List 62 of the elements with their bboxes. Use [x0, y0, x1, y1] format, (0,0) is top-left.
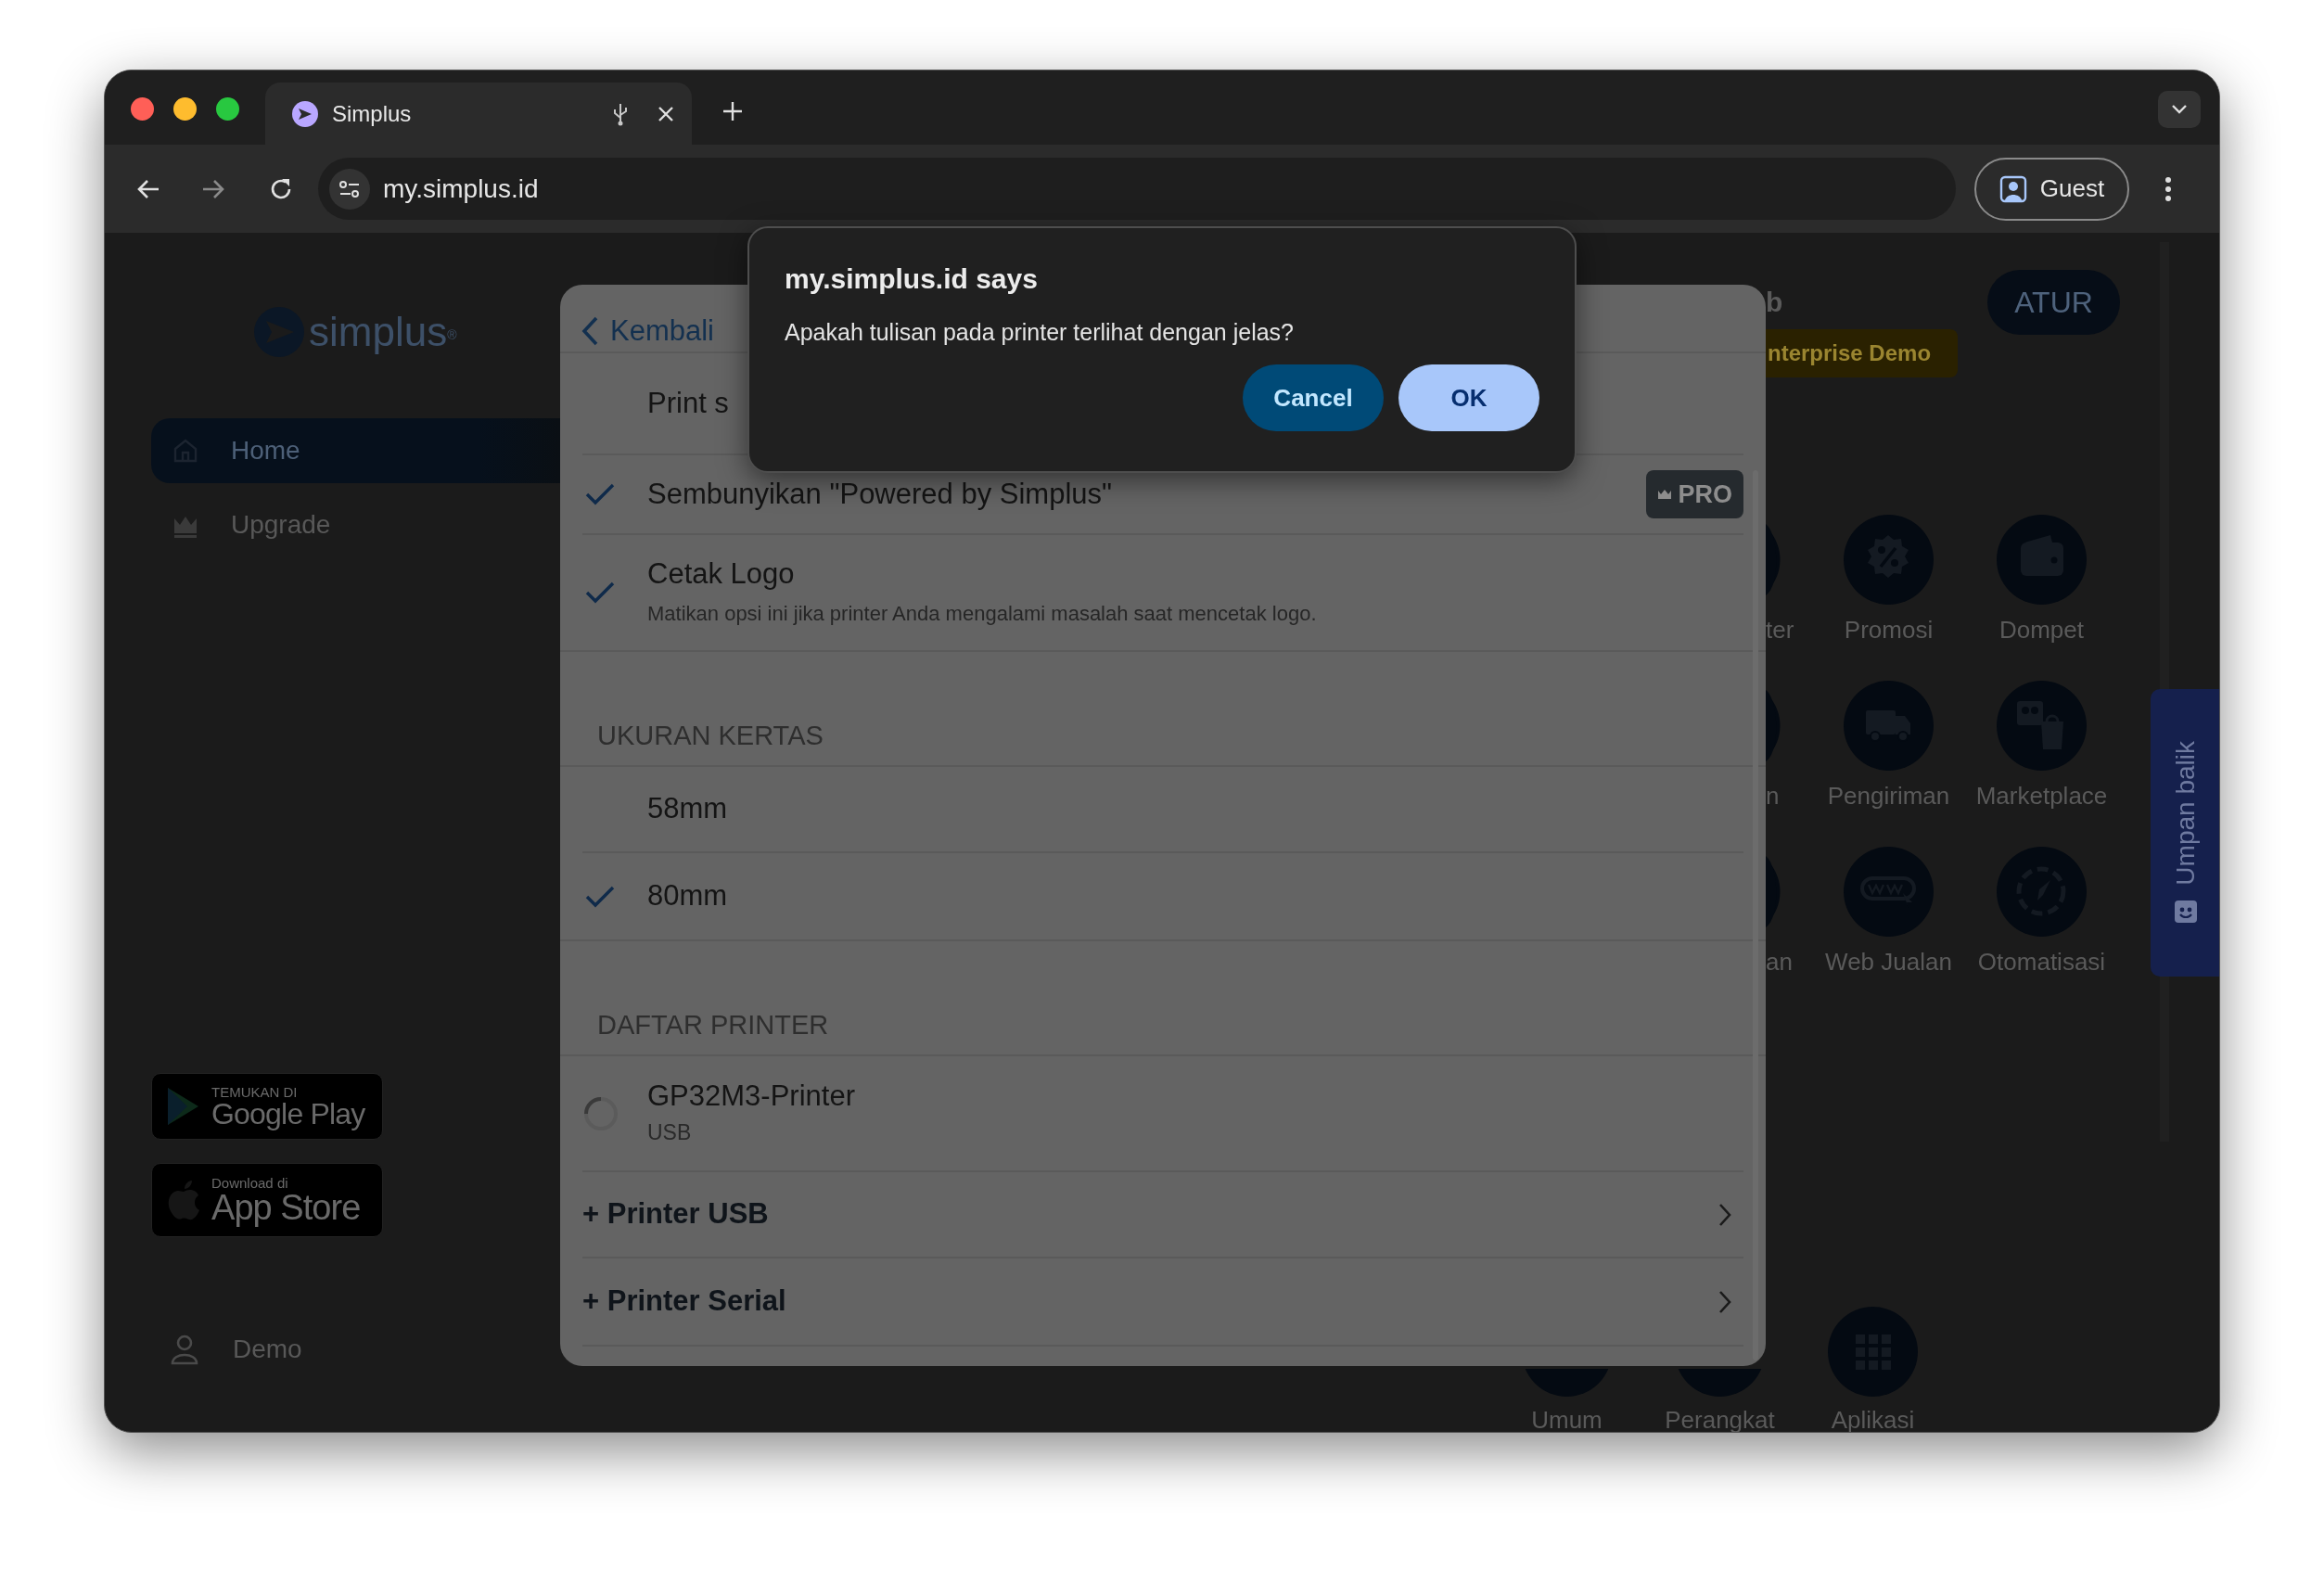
- check-icon: [584, 581, 616, 605]
- check-icon: [584, 482, 616, 506]
- add-printer-row[interactable]: + Printer USB: [582, 1172, 1743, 1257]
- app-label: an: [1766, 950, 1793, 974]
- app-label: ter: [1766, 618, 1794, 642]
- app-label: Web Jualan: [1825, 950, 1952, 974]
- sidebar-item[interactable]: Upgrade: [151, 492, 560, 557]
- site-settings-icon[interactable]: [329, 168, 370, 210]
- user-name[interactable]: Demo: [233, 1330, 302, 1369]
- plan-badge: nterprise Demo: [1766, 329, 1958, 377]
- tab-search-button[interactable]: [2158, 91, 2201, 128]
- back-link[interactable]: Kembali: [581, 311, 714, 351]
- dialog-title: my.simplus.id says: [785, 265, 1039, 293]
- menu-icon[interactable]: [2164, 175, 2172, 202]
- app-label: Umum: [1531, 1408, 1603, 1432]
- app-label: Otomatisasi: [1977, 950, 2106, 974]
- add-printer-row[interactable]: + Printer Serial: [582, 1258, 1743, 1345]
- minimize-window-button[interactable]: [173, 97, 197, 121]
- reload-icon[interactable]: [269, 176, 293, 201]
- dialog-message: Apakah tulisan pada printer terlihat dengan jelas?: [785, 321, 1295, 344]
- option-row[interactable]: 58mm: [582, 767, 1743, 851]
- store-badge[interactable]: TEMUKAN DI Google Play: [151, 1073, 383, 1140]
- zoom-window-button[interactable]: [216, 97, 239, 121]
- option-row[interactable]: Cetak Logo Matikan opsi ini jika printer Anda mengalami masalah saat mencetak logo.: [582, 535, 1743, 650]
- setup-button[interactable]: ATUR: [1987, 270, 2120, 335]
- feedback-tab[interactable]: Umpan balik: [2151, 689, 2219, 977]
- new-tab-icon[interactable]: [721, 100, 744, 122]
- truck-icon[interactable]: [1844, 681, 1934, 771]
- badge-icon[interactable]: [1844, 515, 1934, 605]
- ok-button[interactable]: OK: [1398, 364, 1539, 431]
- app-label: Promosi: [1844, 618, 1934, 642]
- browser-tab[interactable]: Simplus: [265, 83, 692, 145]
- printer-row[interactable]: GP32M3-Printer USB: [582, 1056, 1743, 1170]
- smile-icon: [2173, 898, 2199, 925]
- tab-logo-icon: [291, 99, 319, 128]
- store-badge[interactable]: Download di App Store: [151, 1163, 383, 1237]
- shopping-bags-icon[interactable]: [1997, 681, 2087, 771]
- address-text: my.simplus.id: [383, 172, 539, 205]
- chevron-down-icon: [2171, 104, 2188, 115]
- sidebar-item[interactable]: Home: [151, 418, 560, 483]
- option-row[interactable]: 80mm: [582, 853, 1743, 939]
- profile-button[interactable]: Guest: [1974, 157, 2129, 221]
- profile-icon: [1998, 174, 2027, 203]
- check-icon: [584, 884, 616, 909]
- wallet-icon[interactable]: [1997, 515, 2087, 605]
- web-cursor-icon[interactable]: [1844, 847, 1934, 937]
- compass-icon[interactable]: [1997, 847, 2087, 937]
- tab-title: Simplus: [332, 99, 413, 128]
- close-tab-icon[interactable]: [657, 104, 675, 123]
- cancel-button[interactable]: Cancel: [1243, 364, 1384, 431]
- user-icon: [170, 1334, 199, 1365]
- app-label: Dompet: [1998, 618, 2084, 642]
- store-title: b: [1766, 288, 1784, 316]
- close-window-button[interactable]: [131, 97, 154, 121]
- app-label: n: [1766, 784, 1780, 808]
- app-label: Pengiriman: [1827, 784, 1950, 808]
- logo-text: simplus$^{®}$: [309, 312, 457, 352]
- back-chevron-icon: [581, 315, 599, 347]
- app-label: Marketplace: [1975, 784, 2108, 808]
- apps-grid-icon[interactable]: [1828, 1307, 1918, 1397]
- address-bar[interactable]: my.simplus.id: [318, 158, 1956, 220]
- usb-icon: [612, 101, 629, 126]
